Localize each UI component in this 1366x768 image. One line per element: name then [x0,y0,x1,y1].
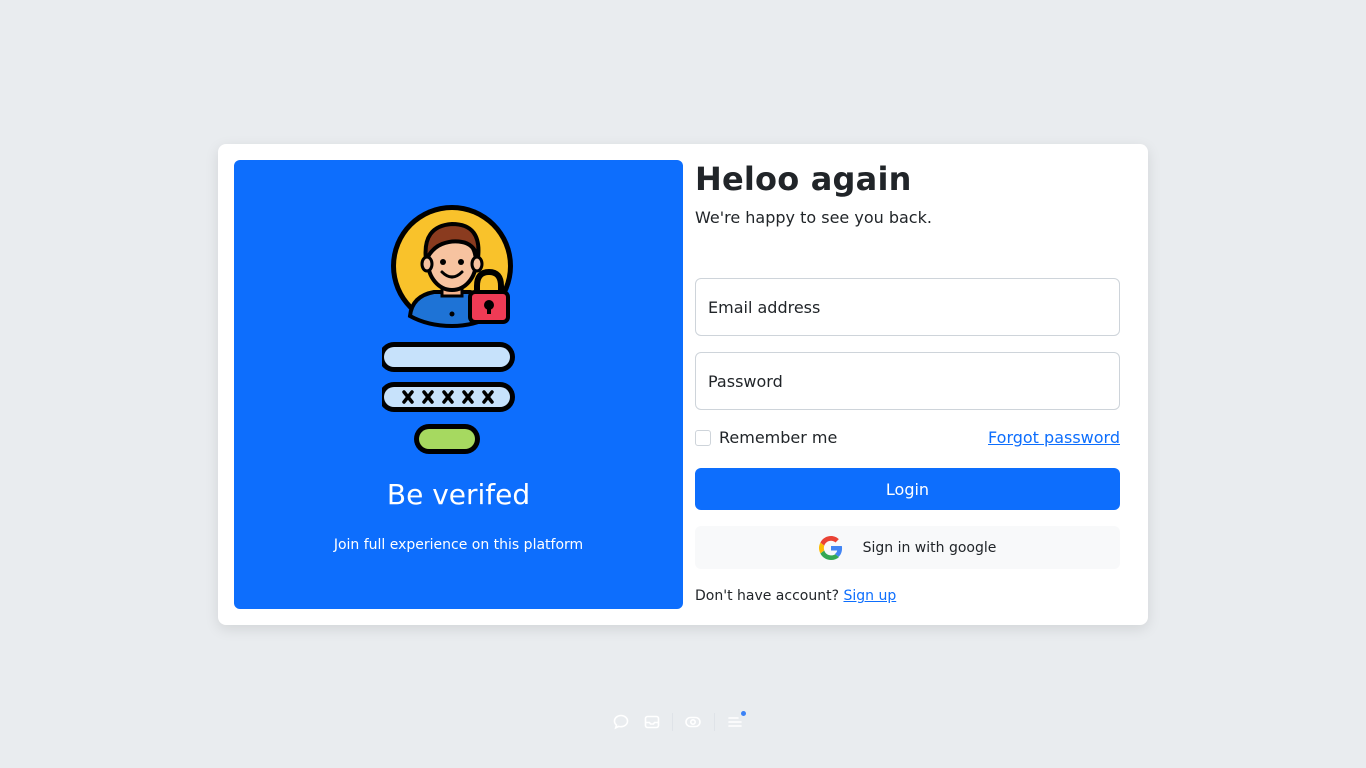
signup-link[interactable]: Sign up [843,588,896,604]
toolbar-divider [672,713,673,731]
hero-panel: Be verifed Join full experience on this … [234,160,683,609]
google-signin-button[interactable]: Sign in with google [695,526,1120,569]
user-lock-login-icon [382,205,515,454]
google-icon [818,535,842,560]
signup-row: Don't have account? Sign up [695,588,896,604]
inbox-icon[interactable] [641,711,662,733]
bottom-toolbar [610,708,756,736]
remember-label[interactable]: Remember me [719,428,837,447]
toolbar-divider [714,713,715,731]
login-form: Heloo again We're happy to see you back.… [695,160,1120,609]
google-signin-label: Sign in with google [862,539,997,556]
signup-prompt: Don't have account? [695,588,840,604]
menu-icon[interactable] [725,711,746,733]
page-title: Heloo again [695,160,912,198]
login-button[interactable]: Login [695,468,1120,510]
hero-title: Be verifed [386,478,531,511]
password-field[interactable]: Password [695,352,1120,410]
remember-checkbox[interactable] [695,429,711,446]
email-placeholder: Email address [708,297,821,317]
forgot-password-link[interactable]: Forgot password [988,428,1120,447]
notification-dot [740,711,746,716]
remember-me: Remember me [695,428,837,447]
page-subtitle: We're happy to see you back. [695,208,932,227]
login-card: Be verifed Join full experience on this … [218,144,1148,625]
email-field[interactable]: Email address [695,278,1120,336]
password-placeholder: Password [708,371,783,391]
eye-icon[interactable] [683,711,704,733]
chat-icon[interactable] [610,711,631,733]
hero-subtitle: Join full experience on this platform [333,537,584,553]
